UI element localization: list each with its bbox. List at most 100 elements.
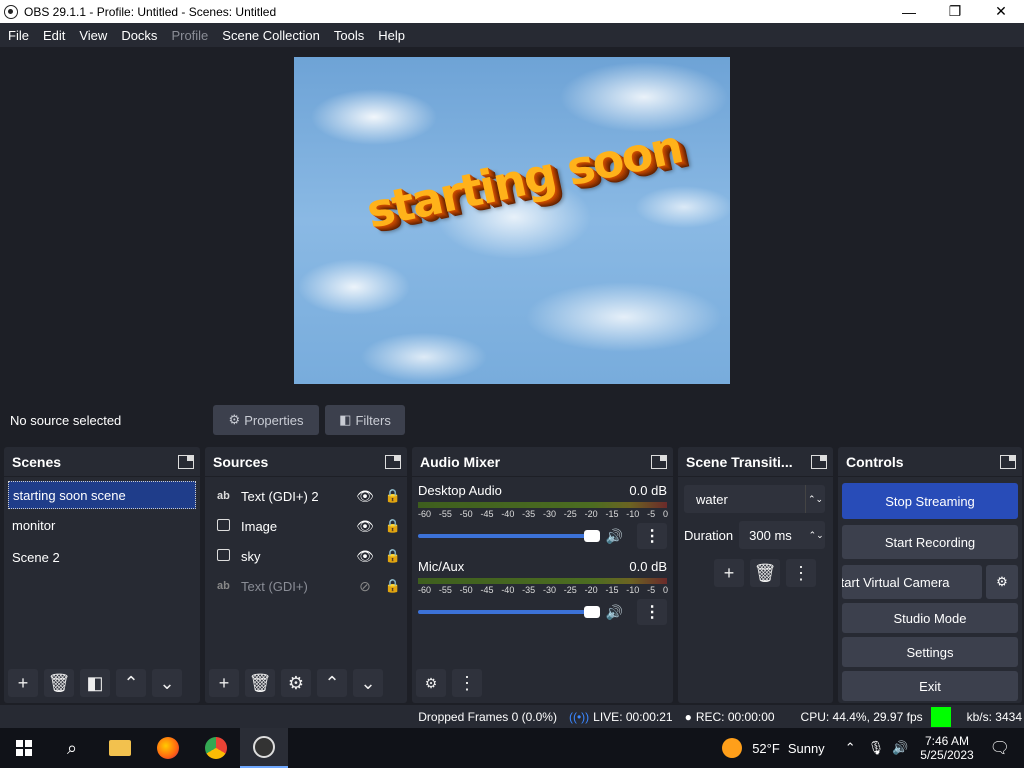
kebab-menu-icon[interactable]: ⋮ — [637, 599, 667, 625]
source-item[interactable]: ab Text (GDI+) 2 👁 🔒 — [205, 481, 407, 511]
lock-icon[interactable]: 🔒 — [379, 518, 407, 534]
start-recording-button[interactable]: Start Recording — [842, 525, 1018, 559]
live-time: LIVE: 00:00:21 — [593, 709, 673, 724]
stop-streaming-button[interactable]: Stop Streaming — [842, 483, 1018, 519]
volume-slider[interactable] — [418, 530, 600, 542]
virtual-camera-gear-icon[interactable]: ⚙ — [986, 565, 1018, 599]
speaker-icon[interactable]: 🔊 — [606, 528, 623, 545]
menu-edit[interactable]: Edit — [36, 28, 72, 43]
scene-filters-icon[interactable]: ◧ — [80, 669, 110, 697]
meter-ticks: -60 -55 -50 -45 -40 -35 -30 -25 -20 -15 -10 -5 0 — [418, 585, 668, 595]
windows-logo-icon — [16, 740, 32, 756]
speaker-icon[interactable]: 🔊 — [606, 604, 623, 621]
clock-time: 7:46 AM — [924, 734, 969, 748]
preview-area: starting soon — [0, 47, 1024, 400]
undock-icon[interactable] — [385, 454, 401, 469]
undock-icon[interactable] — [811, 454, 827, 469]
transitions-title: Scene Transiti... — [686, 453, 793, 470]
undock-icon[interactable] — [1000, 454, 1016, 469]
lock-icon[interactable]: 🔒 — [379, 548, 407, 564]
move-up-icon[interactable]: ⌃ — [116, 669, 146, 697]
menu-file[interactable]: File — [1, 28, 36, 43]
eye-icon[interactable]: 👁 — [351, 488, 379, 505]
studio-mode-button[interactable]: Studio Mode — [842, 603, 1018, 633]
start-virtual-camera-button[interactable]: Start Virtual Camera — [842, 565, 982, 599]
eye-icon[interactable]: 👁 — [351, 548, 379, 565]
undock-icon[interactable] — [178, 454, 194, 469]
channel-name: Desktop Audio — [418, 483, 502, 498]
firefox-icon[interactable] — [144, 728, 192, 768]
audio-mixer-dock: Audio Mixer Desktop Audio 0.0 dB -60 -55-… — [412, 447, 673, 703]
slider-handle[interactable] — [583, 530, 600, 542]
source-item[interactable]: sky 👁 🔒 — [205, 541, 407, 571]
volume-slider[interactable] — [418, 606, 600, 618]
lock-icon[interactable]: 🔒 — [379, 488, 407, 504]
move-up-icon[interactable]: ⌃ — [317, 669, 347, 697]
chevron-up-icon[interactable]: ⌃ — [845, 740, 856, 756]
exit-button[interactable]: Exit — [842, 671, 1018, 701]
maximize-button[interactable]: ❐ — [932, 0, 978, 23]
menu-bar: File Edit View Docks Profile Scene Colle… — [0, 23, 1024, 47]
chrome-icon[interactable] — [192, 728, 240, 768]
kebab-menu-icon[interactable]: ⋮ — [786, 559, 816, 587]
slider-handle[interactable] — [583, 606, 600, 618]
transition-select[interactable]: water ⌃⌄ — [684, 485, 825, 513]
scene-item-starting-soon[interactable]: starting soon scene — [8, 481, 196, 509]
properties-button[interactable]: ⚙ Properties — [213, 405, 319, 435]
search-icon[interactable]: ⌕ — [48, 728, 96, 768]
mixer-channel: Desktop Audio 0.0 dB -60 -55 -50 -45 -40 -35-… — [412, 477, 673, 549]
program-preview[interactable]: starting soon — [294, 57, 730, 384]
advanced-audio-gear-icon[interactable]: ⚙ — [416, 669, 446, 697]
controls-title: Controls — [846, 453, 904, 470]
trash-icon[interactable]: 🗑 — [750, 559, 780, 587]
add-scene-button[interactable]: + — [8, 669, 38, 697]
clock[interactable]: 7:46 AM 5/25/2023 — [920, 734, 973, 762]
menu-help[interactable]: Help — [371, 28, 412, 43]
image-source-icon — [217, 518, 233, 534]
kebab-menu-icon[interactable]: ⋮ — [452, 669, 482, 697]
settings-button[interactable]: Settings — [842, 637, 1018, 667]
lock-icon[interactable]: 🔒 — [379, 578, 407, 594]
text-source-icon: ab — [217, 580, 230, 592]
filters-button[interactable]: ◧ Filters — [325, 405, 405, 435]
obs-taskbar-icon[interactable] — [240, 728, 288, 768]
close-button[interactable]: ✕ — [978, 0, 1024, 23]
gear-icon: ⚙ — [228, 412, 241, 427]
mixer-toolbar: ⚙ ⋮ — [416, 669, 488, 697]
scene-item-scene-2[interactable]: Scene 2 — [4, 541, 200, 573]
microphone-icon[interactable]: 🎙 — [868, 740, 885, 756]
weather-condition[interactable]: Sunny — [788, 741, 825, 756]
menu-tools[interactable]: Tools — [327, 28, 371, 43]
notifications-icon[interactable]: 🗨 — [990, 738, 1010, 758]
gear-icon[interactable]: ⚙ — [281, 669, 311, 697]
duration-label: Duration — [684, 527, 734, 543]
undock-icon[interactable] — [651, 454, 667, 469]
move-down-icon[interactable]: ⌄ — [152, 669, 182, 697]
volume-icon[interactable]: 🔊 — [892, 740, 908, 756]
minimize-button[interactable]: — — [886, 0, 932, 23]
file-explorer-icon[interactable] — [96, 728, 144, 768]
source-item[interactable]: ab Text (GDI+) ⊘ 🔒 — [205, 571, 407, 601]
trash-icon[interactable]: 🗑 — [245, 669, 275, 697]
weather-temp[interactable]: 52°F — [752, 741, 780, 756]
window-title: OBS 29.1.1 - Profile: Untitled - Scenes:… — [24, 4, 277, 19]
scene-transitions-dock: Scene Transiti... water ⌃⌄ Duration 300 … — [678, 447, 833, 703]
start-button[interactable] — [0, 728, 48, 768]
add-transition-button[interactable]: + — [714, 559, 744, 587]
eye-icon[interactable]: 👁 — [351, 518, 379, 535]
menu-scene-collection[interactable]: Scene Collection — [215, 28, 327, 43]
source-item[interactable]: Image 👁 🔒 — [205, 511, 407, 541]
eye-hidden-icon[interactable]: ⊘ — [351, 578, 379, 595]
move-down-icon[interactable]: ⌄ — [353, 669, 383, 697]
scene-item-monitor[interactable]: monitor — [4, 509, 200, 541]
spin-arrows-icon[interactable]: ⌃⌄ — [807, 530, 825, 541]
menu-view[interactable]: View — [72, 28, 114, 43]
add-source-button[interactable]: + — [209, 669, 239, 697]
menu-docks[interactable]: Docks — [114, 28, 164, 43]
status-indicator — [930, 706, 951, 727]
trash-icon[interactable]: 🗑 — [44, 669, 74, 697]
filters-label: Filters — [355, 412, 391, 428]
kebab-menu-icon[interactable]: ⋮ — [637, 523, 667, 549]
duration-spinbox[interactable]: 300 ms ⌃⌄ — [739, 521, 826, 549]
menu-profile[interactable]: Profile — [164, 28, 215, 43]
